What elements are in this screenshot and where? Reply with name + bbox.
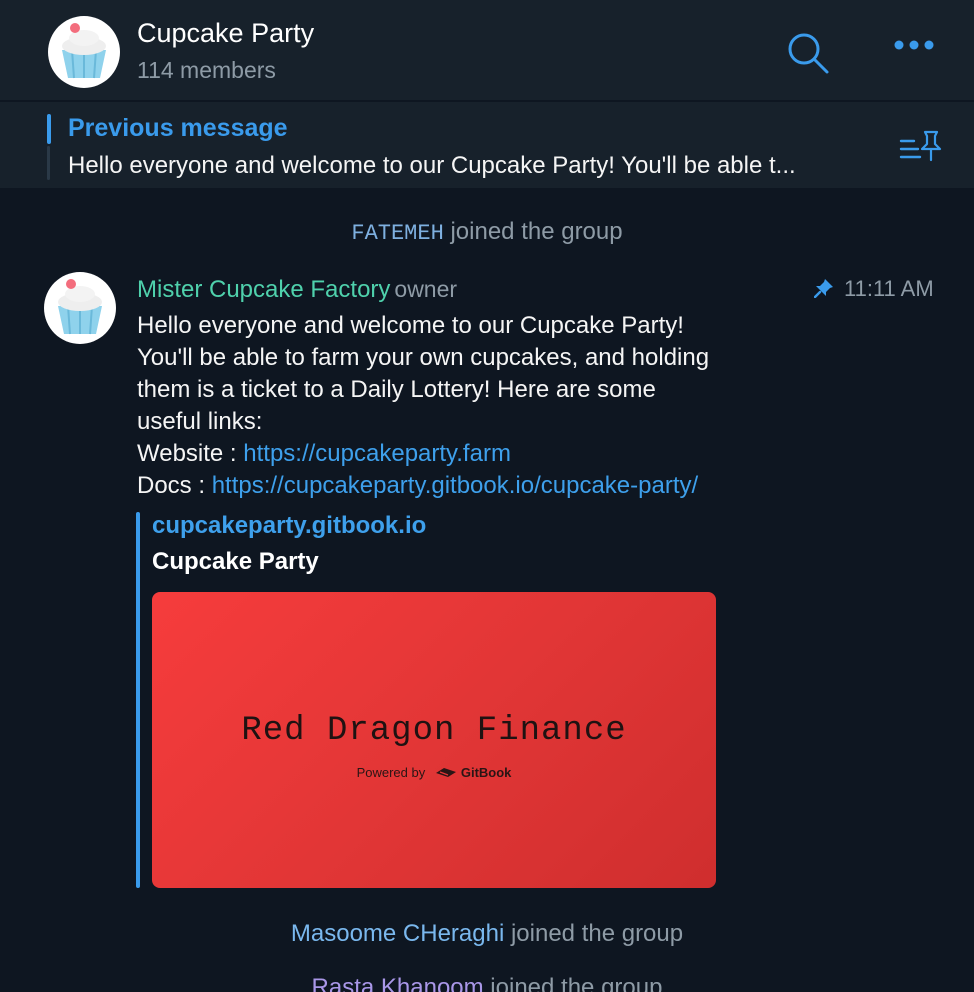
pinned-text: Hello everyone and welcome to our Cupcak…: [68, 152, 796, 179]
message-line: useful links:: [137, 408, 263, 435]
joined-text: joined the group: [504, 920, 684, 947]
link-preview[interactable]: cupcakeparty.gitbook.io Cupcake Party Re…: [136, 508, 736, 888]
powered-by-gitbook: Powered by GitBook: [152, 765, 716, 780]
service-message-joined: Rasta Khanoom joined the group: [0, 974, 974, 992]
pinned-list-icon[interactable]: [898, 128, 944, 169]
joined-user-name[interactable]: Rasta Khanoom: [312, 974, 484, 992]
pinned-message-bar[interactable]: Previous message Hello everyone and welc…: [0, 102, 974, 190]
preview-accent-bar: [136, 512, 140, 888]
website-link[interactable]: https://cupcakeparty.farm: [243, 440, 511, 467]
message-time: 11:11 AM: [813, 276, 934, 302]
chat-title[interactable]: Cupcake Party: [137, 18, 314, 49]
group-avatar[interactable]: [48, 16, 120, 93]
powered-by-text: Powered by: [356, 765, 426, 780]
pinned-label: Previous message: [68, 114, 288, 142]
message-line: Hello everyone and welcome to our Cupcak…: [137, 312, 684, 339]
docs-line: Docs : https://cupcakeparty.gitbook.io/c…: [137, 470, 817, 502]
member-count: 114 members: [137, 57, 276, 83]
gitbook-text: GitBook: [460, 765, 512, 780]
message-line: You'll be able to farm your own cupcakes…: [137, 344, 710, 371]
sender-name[interactable]: Mister Cupcake Factory: [137, 276, 390, 303]
chat-history[interactable]: FATEMEH joined the group Mister Cupcake …: [0, 190, 974, 992]
pin-icon: [813, 276, 844, 301]
joined-user-name[interactable]: FATEMEH: [351, 221, 443, 246]
sender-avatar[interactable]: [44, 272, 116, 349]
docs-label: Docs :: [137, 472, 212, 499]
preview-image-title: Red Dragon Finance: [241, 712, 627, 750]
joined-user-name[interactable]: Masoome CHeraghi: [291, 920, 504, 947]
pinned-indicator: [47, 114, 51, 144]
message-body: Hello everyone and welcome to our Cupcak…: [137, 310, 817, 502]
pinned-indicator-secondary: [47, 146, 50, 180]
time-text: 11:11 AM: [844, 276, 934, 301]
joined-text: joined the group: [443, 218, 623, 245]
preview-site-name: cupcakeparty.gitbook.io: [152, 512, 427, 539]
website-line: Website : https://cupcakeparty.farm: [137, 438, 817, 470]
search-icon[interactable]: [786, 31, 830, 80]
service-message-joined: Masoome CHeraghi joined the group: [0, 920, 974, 948]
preview-title: Cupcake Party: [152, 548, 319, 575]
website-label: Website :: [137, 440, 244, 467]
message-line: them is a ticket to a Daily Lottery! Her…: [137, 376, 656, 403]
message-header: Mister Cupcake Factory owner: [137, 276, 457, 304]
sender-role: owner: [394, 276, 458, 302]
joined-text: joined the group: [483, 974, 663, 992]
chat-header: Cupcake Party 114 members: [0, 0, 974, 102]
docs-link[interactable]: https://cupcakeparty.gitbook.io/cupcake-…: [212, 472, 698, 499]
preview-image[interactable]: Red Dragon Finance Powered by GitBook: [152, 592, 716, 888]
service-message-joined: FATEMEH joined the group: [0, 218, 974, 246]
more-dots-icon[interactable]: [893, 38, 935, 56]
gitbook-logo-icon: [435, 765, 457, 780]
